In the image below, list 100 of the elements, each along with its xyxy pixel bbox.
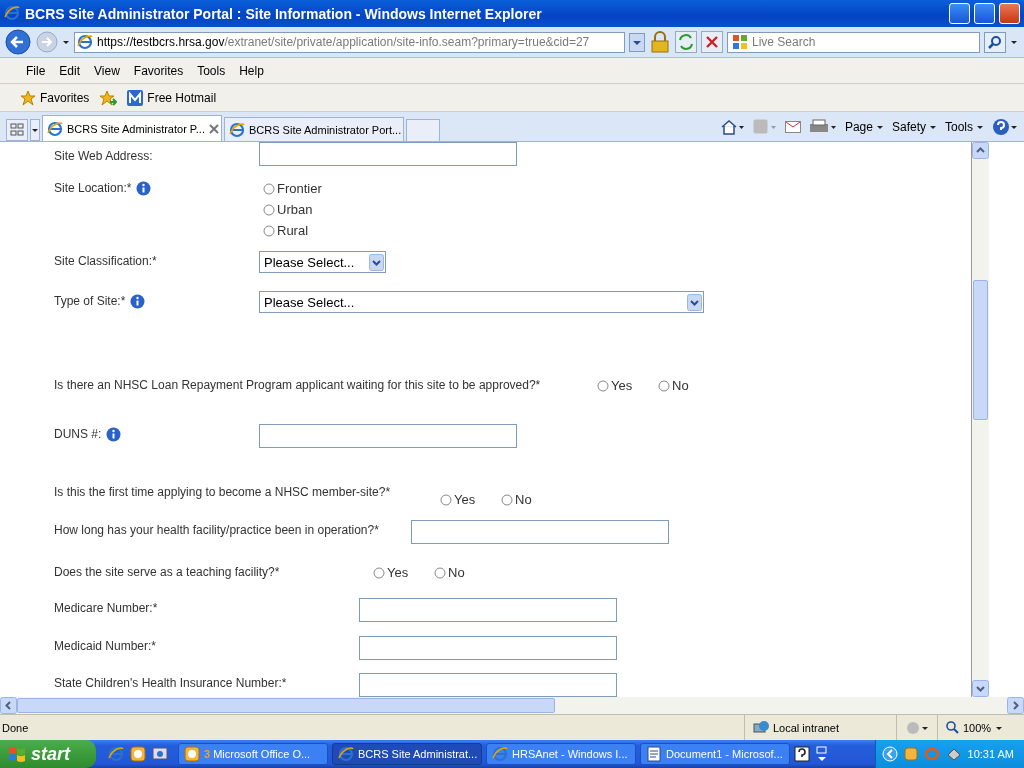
scroll-up-icon[interactable] bbox=[972, 142, 989, 159]
field-label: Medicaid Number:* bbox=[54, 639, 157, 653]
help-tray-icon[interactable] bbox=[794, 746, 810, 762]
browser-tab[interactable]: BCRS Site Administrator Port... bbox=[224, 117, 404, 141]
text-field[interactable] bbox=[259, 142, 517, 166]
ie-logo-icon bbox=[4, 5, 21, 22]
scroll-left-icon[interactable] bbox=[0, 697, 17, 714]
field-label: Medicare Number:* bbox=[54, 601, 158, 615]
add-favorite-icon[interactable] bbox=[99, 89, 118, 106]
text-field[interactable] bbox=[259, 424, 517, 448]
radio-button[interactable] bbox=[597, 379, 609, 392]
scroll-down-icon[interactable] bbox=[972, 680, 989, 697]
field-label: Is this the first time applying to become a NHSC member-site?* bbox=[54, 485, 391, 499]
minimize-button[interactable] bbox=[949, 3, 970, 24]
desktop-quick-launch-icon[interactable] bbox=[152, 746, 168, 762]
info-icon bbox=[136, 181, 152, 196]
info-icon bbox=[130, 294, 146, 309]
radio-button[interactable] bbox=[373, 566, 385, 579]
command-menu[interactable]: Page bbox=[844, 120, 884, 134]
caret-icon[interactable] bbox=[62, 39, 70, 45]
tab-list-caret-icon[interactable] bbox=[30, 119, 40, 141]
globe-computer-icon bbox=[753, 719, 769, 736]
radio-button[interactable] bbox=[440, 493, 452, 506]
taskbar-button[interactable]: Document1 - Microsof... bbox=[640, 743, 790, 765]
taskbar-button[interactable]: HRSAnet - Windows I... bbox=[486, 743, 636, 765]
radio-option[interactable]: No bbox=[501, 489, 562, 510]
radio-option[interactable]: Urban bbox=[263, 199, 324, 220]
radio-option[interactable]: Yes bbox=[440, 489, 501, 510]
select-dropdown[interactable]: Please Select... bbox=[259, 251, 386, 273]
text-field[interactable] bbox=[411, 520, 669, 544]
app-icon bbox=[184, 746, 200, 762]
command-menu[interactable]: Tools bbox=[945, 120, 984, 134]
field-label: Site Location:* bbox=[54, 181, 132, 195]
close-tab-icon[interactable] bbox=[208, 123, 219, 134]
radio-button[interactable] bbox=[501, 493, 513, 506]
menu-item[interactable]: Edit bbox=[52, 63, 88, 78]
stop-icon[interactable] bbox=[701, 31, 723, 53]
radio-button[interactable] bbox=[434, 566, 446, 579]
radio-option[interactable]: No bbox=[434, 562, 495, 583]
menu-item[interactable]: Favorites bbox=[126, 63, 191, 78]
search-icon[interactable] bbox=[984, 31, 1006, 53]
start-button[interactable]: start bbox=[0, 740, 96, 768]
windows-logo-icon bbox=[732, 34, 748, 50]
select-dropdown[interactable]: Please Select... bbox=[259, 291, 704, 313]
caret-icon bbox=[995, 724, 1004, 731]
window-switch-icon[interactable] bbox=[816, 746, 828, 762]
command-menu[interactable]: Safety bbox=[891, 120, 937, 134]
address-field[interactable]: https://testbcrs.hrsa.gov/extranet/site/private/application/site-info.seam?primary=true&cid=27 bbox=[74, 31, 625, 53]
refresh-icon[interactable] bbox=[675, 31, 697, 53]
radio-option[interactable]: Yes bbox=[597, 375, 658, 396]
radio-button[interactable] bbox=[263, 182, 275, 195]
taskbar-button[interactable]: BCRS Site Administrat... bbox=[332, 743, 482, 765]
search-field[interactable]: Live Search bbox=[727, 31, 980, 53]
radio-option[interactable]: Rural bbox=[263, 220, 324, 241]
new-tab-button[interactable] bbox=[406, 119, 440, 141]
radio-option[interactable]: Frontier bbox=[263, 178, 324, 199]
radio-button[interactable] bbox=[658, 379, 670, 392]
radio-button[interactable] bbox=[263, 224, 275, 237]
caret-icon bbox=[875, 124, 884, 130]
field-label: How long has your health facility/practice been in operation?* bbox=[54, 523, 379, 537]
radio-option[interactable]: No bbox=[658, 375, 719, 396]
menu-item[interactable]: File bbox=[19, 63, 53, 78]
close-button[interactable] bbox=[999, 3, 1020, 24]
home-icon[interactable] bbox=[720, 119, 745, 135]
outlook-tray-icon[interactable] bbox=[903, 747, 918, 761]
ie-quick-launch-icon[interactable] bbox=[108, 746, 124, 762]
scrollbar-thumb[interactable] bbox=[973, 279, 988, 420]
scroll-right-icon[interactable] bbox=[1007, 697, 1024, 714]
back-button-icon[interactable] bbox=[4, 29, 32, 55]
favorites-button[interactable]: Favorites bbox=[16, 87, 94, 108]
field-label: State Children's Health Insurance Number:* bbox=[54, 676, 287, 690]
horizontal-scrollbar-thumb[interactable] bbox=[17, 698, 555, 713]
help-icon[interactable] bbox=[992, 118, 1018, 136]
app-icon bbox=[646, 746, 662, 762]
radio-option[interactable]: Yes bbox=[373, 562, 434, 583]
radio-button[interactable] bbox=[263, 203, 275, 216]
security-zone: Local intranet bbox=[773, 721, 840, 734]
taskbar-button[interactable]: 3 Microsoft Office O... bbox=[178, 743, 328, 765]
favorite-link[interactable]: Free Hotmail bbox=[123, 87, 221, 108]
windows-flag-icon bbox=[8, 745, 26, 763]
text-field[interactable] bbox=[359, 673, 617, 697]
restore-button[interactable] bbox=[974, 3, 995, 24]
ie-page-icon bbox=[229, 121, 245, 138]
printer-icon[interactable] bbox=[808, 119, 837, 135]
menu-item[interactable]: Tools bbox=[190, 63, 233, 78]
tab-grid-icon[interactable] bbox=[6, 119, 28, 141]
outlook-quick-launch-icon[interactable] bbox=[130, 746, 146, 762]
field-label: Is there an NHSC Loan Repayment Program applicant waiting for this site to be approved?* bbox=[54, 378, 541, 392]
magnifier-icon bbox=[946, 721, 959, 734]
caret-icon[interactable] bbox=[1010, 39, 1018, 45]
menu-item[interactable]: Help bbox=[232, 63, 271, 78]
browser-tab[interactable]: BCRS Site Administrator P... bbox=[42, 115, 222, 141]
text-field[interactable] bbox=[359, 636, 617, 660]
mail-icon[interactable] bbox=[784, 121, 801, 133]
padlock-icon bbox=[649, 31, 671, 53]
caret-icon bbox=[976, 124, 984, 130]
text-field[interactable] bbox=[359, 598, 617, 622]
menu-item[interactable]: View bbox=[87, 63, 127, 78]
expand-tray-icon[interactable] bbox=[881, 746, 898, 762]
ie-page-icon bbox=[47, 120, 63, 137]
